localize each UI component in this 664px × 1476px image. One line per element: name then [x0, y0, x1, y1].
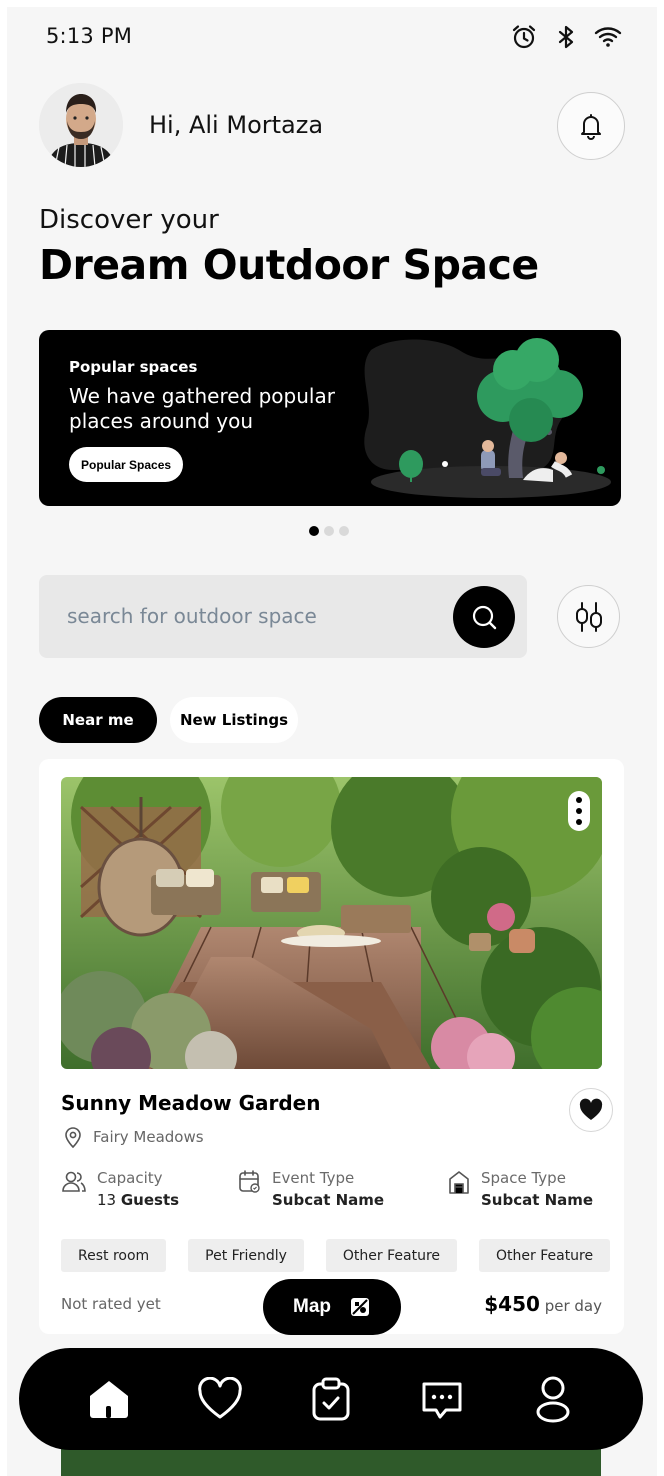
avatar[interactable]	[39, 83, 123, 167]
filter-button[interactable]	[557, 585, 620, 648]
bluetooth-icon	[558, 25, 574, 49]
garden-photo	[61, 777, 602, 1069]
status-icons	[509, 22, 623, 52]
pagination-dot[interactable]	[339, 526, 349, 536]
popular-spaces-button[interactable]: Popular Spaces	[69, 447, 184, 482]
status-time: 5:13 PM	[46, 24, 133, 48]
feature-tag: Rest room	[61, 1239, 167, 1272]
space-type-text: Space Type Subcat Name	[481, 1169, 593, 1209]
chat-icon	[422, 1382, 462, 1419]
event-type-text: Event Type Subcat Name	[272, 1169, 384, 1209]
user-icon	[536, 1376, 570, 1423]
nav-profile[interactable]	[526, 1372, 580, 1426]
banner-kicker: Popular spaces	[69, 358, 198, 376]
favorite-button[interactable]	[569, 1088, 613, 1132]
capacity-value: 13 Guests	[97, 1191, 179, 1209]
banner-pagination	[309, 526, 349, 536]
park-illustration	[364, 338, 611, 498]
calendar-icon	[239, 1170, 260, 1193]
feature-list: Rest room Pet Friendly Other Feature Oth…	[61, 1239, 611, 1272]
greeting-text: Hi, Ali Mortaza	[149, 111, 324, 139]
listing-price: $450 per day	[484, 1292, 602, 1316]
map-icon	[351, 1298, 369, 1316]
heart-icon	[197, 1377, 242, 1419]
nav-favorites[interactable]	[193, 1372, 247, 1426]
alarm-icon	[512, 25, 536, 49]
event-type-value-text: Subcat Name	[272, 1191, 385, 1209]
search-icon	[472, 605, 497, 630]
location-text: Fairy Meadows	[93, 1128, 204, 1146]
price-amount: $450	[484, 1292, 540, 1316]
nav-bookings[interactable]	[304, 1372, 358, 1426]
listing-card[interactable]: Sunny Meadow Garden Fairy Meadows Capaci…	[39, 759, 624, 1334]
feature-tag: Other Feature	[325, 1239, 458, 1272]
popular-spaces-banner[interactable]: Popular spaces We have gathered popular …	[39, 330, 621, 506]
event-type-label: Event Type	[272, 1169, 355, 1187]
nav-messages[interactable]	[415, 1372, 469, 1426]
space-type-info: Space Type Subcat Name	[447, 1169, 593, 1209]
tab-near-me[interactable]: Near me	[39, 697, 157, 743]
wifi-icon	[594, 27, 622, 47]
tab-new-listings[interactable]: New Listings	[170, 697, 298, 743]
banner-text: We have gathered popular places around y…	[69, 384, 335, 433]
sliders-icon	[575, 601, 602, 632]
search-box	[39, 575, 527, 658]
location-pin-icon	[65, 1127, 81, 1149]
rating-text: Not rated yet	[61, 1295, 161, 1313]
header: Hi, Ali Mortaza	[39, 83, 625, 169]
feature-tag: Other Feature	[479, 1239, 611, 1272]
hero-title: Dream Outdoor Space	[39, 241, 539, 289]
space-type-value: Subcat Name	[481, 1191, 593, 1209]
pagination-dot[interactable]	[324, 526, 334, 536]
map-button-label: Map	[293, 1296, 331, 1317]
pagination-dot-active[interactable]	[309, 526, 319, 536]
price-unit: per day	[544, 1297, 602, 1315]
status-bar: 5:13 PM	[7, 7, 657, 65]
bell-icon	[581, 114, 601, 140]
feature-tag: Pet Friendly	[188, 1239, 304, 1272]
capacity-label: Capacity	[97, 1169, 163, 1187]
home-icon	[89, 1381, 128, 1418]
search-input[interactable]	[67, 599, 427, 633]
users-icon	[62, 1171, 86, 1192]
nav-home[interactable]	[82, 1372, 136, 1426]
listing-location: Fairy Meadows	[61, 1125, 204, 1149]
space-type-value-text: Subcat Name	[481, 1191, 594, 1209]
clipboard-check-icon	[312, 1377, 350, 1421]
heart-filled-icon	[579, 1098, 603, 1120]
user-avatar-image	[39, 83, 123, 167]
event-type-value: Subcat Name	[272, 1191, 384, 1209]
hero-subtitle: Discover your	[39, 205, 219, 235]
map-button[interactable]: Map	[263, 1279, 401, 1335]
listing-photo[interactable]	[61, 777, 602, 1069]
space-type-label: Space Type	[481, 1169, 566, 1187]
more-dot	[576, 797, 582, 803]
event-type-info: Event Type Subcat Name	[238, 1169, 384, 1209]
notification-button[interactable]	[557, 92, 625, 160]
more-options-button[interactable]	[568, 791, 590, 831]
building-icon	[449, 1171, 469, 1194]
capacity-unit: Guests	[120, 1191, 180, 1209]
search-button[interactable]	[453, 586, 515, 648]
phone-screen: 5:13 PM Hi, Ali Mortaza Discover your Dr…	[7, 7, 657, 1476]
listing-title: Sunny Meadow Garden	[61, 1091, 321, 1115]
more-dot	[576, 808, 582, 814]
capacity-text: Capacity 13 Guests	[97, 1169, 179, 1209]
capacity-number: 13	[97, 1191, 117, 1209]
more-dot	[576, 819, 582, 825]
bottom-navigation	[19, 1348, 643, 1450]
capacity-info: Capacity 13 Guests	[61, 1169, 179, 1209]
